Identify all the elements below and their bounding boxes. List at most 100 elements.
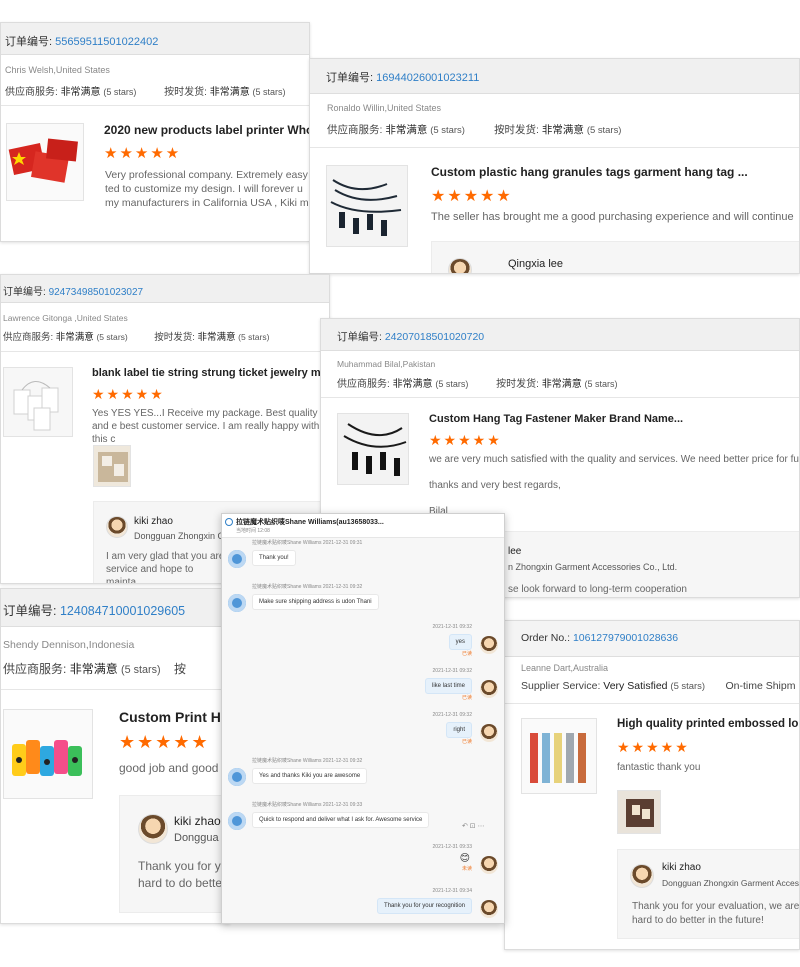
my-avatar-icon [480,724,498,742]
service-ratings: 供应商服务: 非常满意 (5 stars) 按 [3,662,186,676]
product-title[interactable]: blank label tie string strung ticket jew… [92,367,329,379]
chat-message: 2021-12-31 09:34 Thank you for your reco… [376,888,472,914]
reply-company: Dongguan Zhongxin Ga [134,531,230,541]
supplier-reply: Qingxia lee [431,241,799,273]
order-label: 订单编号: [5,36,53,48]
order-label: 订单编号: [3,287,46,298]
order-number-link[interactable]: 24207018501020720 [385,331,484,343]
rating-stars: ★★★★★ [431,188,513,205]
order-header: Order No.: 106127979001028636 [505,621,799,657]
buyer-name: Lawrence Gitonga ,United States [3,313,128,323]
reply-text: se look forward to long-term cooperation [508,584,687,595]
product-title[interactable]: Custom plastic hang granules tags garmen… [431,165,748,179]
order-header: 订单编号: 24207018501020720 [321,319,799,351]
review-text: The seller has brought me a good purchas… [431,211,794,223]
reply-author: kiki zhao [662,862,701,873]
buyer-name: Ronaldo Willin,United States [327,103,442,113]
order-number-link[interactable]: 92473498501023027 [49,287,144,298]
chat-message: 拉链魔术贴织唛Shane Williams 2021-12-31 09:32 M… [252,583,379,610]
reply-author: kiki zhao [134,516,173,527]
search-icon[interactable] [225,518,233,526]
review-card-5: 订单编号: 124084710001029605 Shendy Dennison… [0,588,230,924]
contact-avatar-icon [228,812,246,830]
review-photo[interactable] [93,445,131,487]
order-header: 订单编号: 55659511501022402 [1,23,309,55]
review-text: good job and good [119,761,219,775]
chat-local-time: 当地时间 12:08 [236,528,270,534]
rating-stars: ★★★★★ [617,739,690,755]
reply-author: Qingxia lee [508,258,564,270]
order-header: 订单编号: 92473498501023027 [1,275,329,303]
service-ratings: 供应商服务: 非常满意 (5 stars) 按时发货: 非常满意 (5 star… [3,332,270,343]
order-number-link[interactable]: 106127979001028636 [573,632,678,644]
product-image[interactable] [3,367,73,437]
product-title[interactable]: Custom Hang Tag Fastener Maker Brand Nam… [429,413,683,425]
avatar [448,258,472,273]
review-text: Yes YES YES...I Receive my package. Best… [92,408,320,445]
review-text: we are very much satisfied with the qual… [429,454,800,465]
rating-stars: ★★★★★ [429,432,502,448]
buyer-name: Chris Welsh,United States [5,65,110,75]
order-header: 订单编号: 16944026001023211 [310,59,799,94]
product-image[interactable] [521,718,597,794]
review-text: Very professional company. Extremely eas… [105,169,309,209]
chat-message: 拉链魔术贴织唛Shane Williams 2021-12-31 09:31 T… [252,539,362,566]
avatar [138,814,168,844]
review-card-2: 订单编号: 16944026001023211 Ronaldo Willin,U… [309,58,800,274]
reply-company: n Zhongxin Garment Accessories Co., Ltd. [508,562,678,572]
chat-message: 2021-12-31 09:33 😊 未读 [432,844,472,872]
order-number-link[interactable]: 55659511501022402 [55,36,158,48]
reply-author: lee [508,546,522,557]
product-title[interactable]: Custom Print Ha [119,709,229,725]
product-image[interactable] [337,413,409,485]
supplier-reply: kiki zhao Donggua Thank you for y hard t… [119,795,229,913]
review-photo[interactable] [617,790,661,834]
order-number-link[interactable]: 124084710001029605 [60,604,185,618]
supplier-reply: kiki zhao Dongguan Zhongxin Garment Acce… [617,849,800,939]
reply-company: Dongguan Zhongxin Garment Acces [662,878,800,888]
avatar [106,516,128,538]
service-ratings: 供应商服务: 非常满意 (5 stars) 按时发货: 非常满意 (5 star… [337,379,618,390]
review-card-6: Order No.: 106127979001028636 Leanne Dar… [504,620,800,950]
contact-avatar-icon [228,550,246,568]
chat-message: 2021-12-31 09:32 right 已读 [432,712,472,745]
product-image[interactable] [6,123,84,201]
order-number-link[interactable]: 16944026001023211 [376,72,479,84]
buyer-name: Leanne Dart,Australia [521,663,609,673]
order-label: 订单编号: [337,331,382,343]
product-image[interactable] [326,165,408,247]
contact-avatar-icon [228,768,246,786]
rating-stars: ★★★★★ [119,732,210,752]
order-label: Order No.: [521,632,571,644]
order-label: 订单编号: [326,72,374,84]
chat-message: 拉链魔术贴织唛Shane Williams 2021-12-31 09:33 Q… [252,801,430,828]
reply-text: I am very glad that you are service and … [106,551,225,584]
review-text: fantastic thank you [617,762,701,773]
chat-messages: 拉链魔术贴织唛Shane Williams 2021-12-31 09:31 T… [222,538,504,923]
reply-text: Thank you for your evaluation, we are ha… [632,901,800,926]
chat-message: 2021-12-31 09:32 like last time 已读 [424,668,472,701]
chat-message: 2021-12-31 09:32 yes 已读 [432,624,472,657]
service-ratings: 供应商服务: 非常满意 (5 stars) 供应商服务: 按时发货: 非常满意 … [5,87,286,98]
reply-text: Thank you for y hard to do bette [138,859,223,890]
product-title[interactable]: 2020 new products label printer Whol [104,123,309,137]
my-avatar-icon [480,856,498,874]
review-text: thanks and very best regards, [429,480,561,491]
rating-stars: ★★★★★ [104,145,182,162]
review-card-1: 订单编号: 55659511501022402 Chris Welsh,Unit… [0,22,310,242]
service-ratings: 供应商服务: 非常满意 (5 stars) 按时发货: 非常满意 (5 star… [327,124,622,136]
chat-contact-name: 拉链魔术贴织唛Shane Williams(au13658033... [236,519,384,526]
reply-company: Donggua [174,832,219,844]
contact-avatar-icon [228,594,246,612]
chat-header: 拉链魔术贴织唛Shane Williams(au13658033... 当地时间… [222,514,504,538]
my-avatar-icon [480,900,498,918]
reply-icon[interactable]: ↶ ⊡ ⋯ [462,822,485,830]
product-title[interactable]: High quality printed embossed logo [617,718,799,730]
order-label: 订单编号: [3,604,57,618]
rating-stars: ★★★★★ [92,386,165,402]
chat-window: 拉链魔术贴织唛Shane Williams(au13658033... 当地时间… [221,513,505,924]
buyer-name: Muhammad Bilal,Pakistan [337,359,436,369]
product-image[interactable] [3,709,93,799]
my-avatar-icon [480,636,498,654]
service-ratings: Supplier Service: Very Satisfied (5 star… [521,680,796,692]
